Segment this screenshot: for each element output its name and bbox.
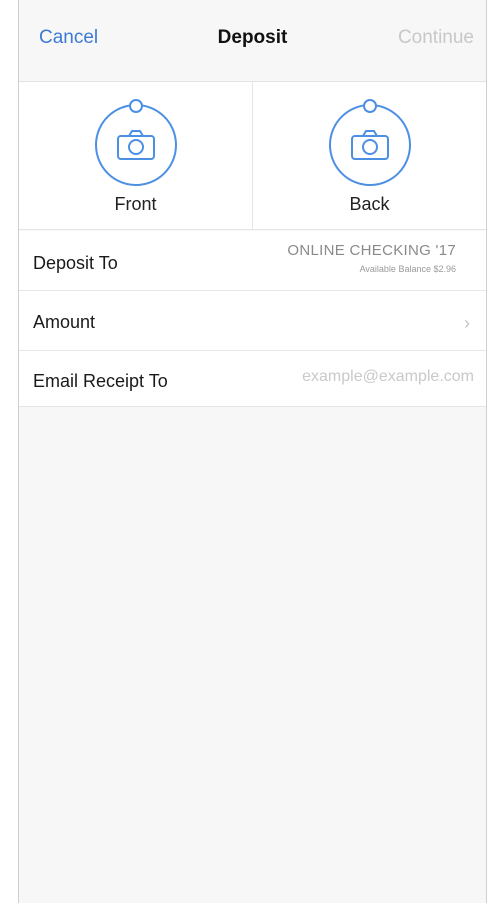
front-label: Front bbox=[114, 194, 157, 214]
deposit-to-row[interactable]: Deposit To ONLINE CHECKING '17 Available… bbox=[19, 231, 486, 291]
ring-handle-dot bbox=[128, 99, 143, 113]
deposit-screen: Cancel Deposit Continue Front Back Depos… bbox=[18, 0, 487, 903]
navigation-bar: Cancel Deposit Continue bbox=[19, 0, 486, 82]
camera-icon bbox=[116, 130, 155, 160]
chevron-right-icon: › bbox=[464, 313, 470, 333]
account-balance: Available Balance $2.96 bbox=[359, 264, 456, 274]
capture-back-button[interactable]: Back bbox=[253, 82, 486, 229]
camera-ring bbox=[94, 99, 177, 186]
check-capture-section: Front Back bbox=[19, 82, 486, 230]
email-receipt-label: Email Receipt To bbox=[33, 371, 168, 391]
deposit-to-label: Deposit To bbox=[33, 253, 118, 273]
capture-front-button[interactable]: Front bbox=[19, 82, 253, 229]
camera-ring bbox=[328, 99, 411, 186]
ring-handle-dot bbox=[362, 99, 377, 113]
email-receipt-row: Email Receipt To bbox=[19, 351, 486, 407]
amount-row[interactable]: Amount › bbox=[19, 291, 486, 351]
continue-button[interactable]: Continue bbox=[398, 27, 474, 49]
amount-label: Amount bbox=[33, 312, 96, 332]
back-label: Back bbox=[349, 194, 390, 214]
email-field[interactable] bbox=[212, 367, 476, 387]
camera-icon bbox=[350, 130, 389, 160]
account-name: ONLINE CHECKING '17 bbox=[287, 242, 456, 259]
